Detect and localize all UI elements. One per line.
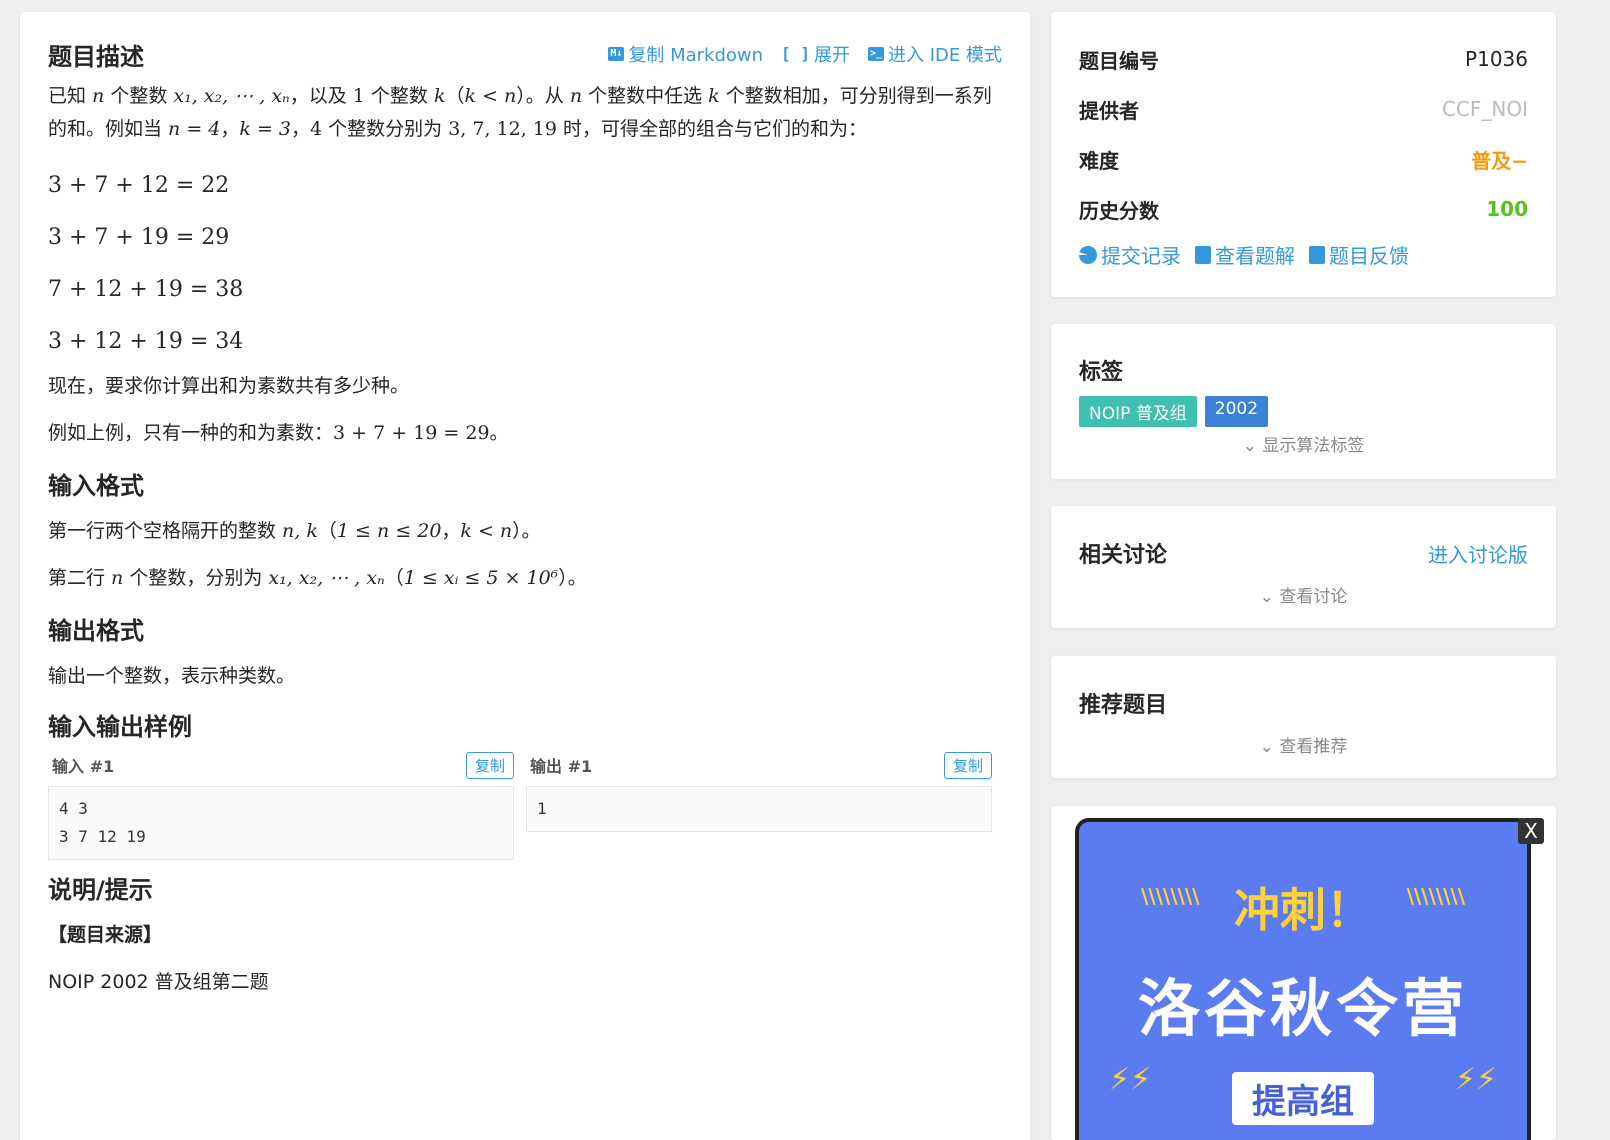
hint-title: 说明/提示 xyxy=(48,876,153,904)
task-paragraph: 现在，要求你计算出和为素数共有多少种。 xyxy=(48,375,410,397)
example-paragraph: 例如上例，只有一种的和为素数：3 + 7 + 19 = 29。 xyxy=(48,422,509,444)
solutions-link[interactable]: 查看题解 xyxy=(1195,240,1295,269)
output-format-title: 输出格式 xyxy=(48,617,144,645)
input-line-1: 第一行两个空格隔开的整数 n, k（1 ≤ n ≤ 20，k < n）。 xyxy=(48,520,541,542)
close-icon[interactable]: X xyxy=(1518,818,1544,844)
ide-mode-button[interactable]: >_ 进入 IDE 模式 xyxy=(867,41,1002,67)
sample-output-code[interactable]: 1 xyxy=(526,786,992,832)
expand-button[interactable]: [ ] 展开 xyxy=(781,41,850,67)
expand-icon: [ ] xyxy=(781,44,810,63)
info-row-score: 历史分数 100 xyxy=(1079,197,1528,223)
chevron-down-icon: ⌄ xyxy=(1259,737,1280,757)
problem-description-title: 题目描述 xyxy=(48,42,144,71)
submissions-link[interactable]: 提交记录 xyxy=(1079,240,1181,269)
sample-input-code[interactable]: 4 3 3 7 12 19 xyxy=(48,786,514,860)
samples: 输入 #1 复制 4 3 3 7 12 19 输出 #1 复制 1 xyxy=(48,748,1002,860)
show-algorithm-tags[interactable]: ⌄ 显示算法标签 xyxy=(1079,431,1528,456)
info-row-id: 题目编号 P1036 xyxy=(1079,47,1528,73)
discussion-title: 相关讨论 xyxy=(1079,543,1168,568)
ad-line-1: 冲刺！ xyxy=(1234,883,1372,937)
tag-noip[interactable]: NOIP 普及组 xyxy=(1079,396,1197,427)
provider-name[interactable]: CCF_NOI xyxy=(1442,97,1528,121)
view-recommend[interactable]: ⌄ 查看推荐 xyxy=(1079,732,1528,757)
source-title: 【题目来源】 xyxy=(48,924,163,946)
copy-input-button[interactable]: 复制 xyxy=(465,751,514,779)
tags-card: 标签 NOIP 普及组 2002 ⌄ 显示算法标签 xyxy=(1051,324,1556,479)
copy-output-button[interactable]: 复制 xyxy=(943,751,992,779)
info-row-difficulty: 难度 普及− xyxy=(1079,134,1528,184)
ad-banner[interactable]: \\\\\\\\ \\\\\\\\ 冲刺！ 洛谷秋令营 ⚡⚡ ⚡⚡ 提高组 X xyxy=(1051,806,1556,1140)
description-paragraph: 已知 n 个整数 x₁, x₂, ⋯ , xₙ，以及 1 个整数 k（k < n… xyxy=(48,85,992,140)
problem-id: P1036 xyxy=(1465,47,1528,71)
sample-input: 输入 #1 复制 4 3 3 7 12 19 xyxy=(48,748,514,860)
equation-3: 7 + 12 + 19 = 38 xyxy=(48,277,244,302)
info-row-provider: 提供者 CCF_NOI xyxy=(1079,97,1528,123)
list-icon xyxy=(1309,245,1325,264)
terminal-icon: >_ xyxy=(867,47,884,61)
copy-markdown-button[interactable]: M↓ 复制 Markdown xyxy=(608,41,763,67)
problem-card: 题目描述 M↓ 复制 Markdown [ ] 展开 >_ 进入 IDE 模式 … xyxy=(20,12,1030,1140)
discussion-card: 相关讨论 进入讨论版 ⌄ 查看讨论 xyxy=(1051,506,1556,628)
history-score: 100 xyxy=(1486,197,1528,221)
chevron-down-icon: ⌄ xyxy=(1259,587,1280,607)
view-discussion[interactable]: ⌄ 查看讨论 xyxy=(1079,582,1528,607)
problem-actions: M↓ 复制 Markdown [ ] 展开 >_ 进入 IDE 模式 xyxy=(608,41,1002,67)
book-icon xyxy=(1195,245,1211,264)
equation-4: 3 + 12 + 19 = 34 xyxy=(48,329,244,354)
recommend-card: 推荐题目 ⌄ 查看推荐 xyxy=(1051,656,1556,778)
sample-output: 输出 #1 复制 1 xyxy=(526,748,992,860)
input-line-2: 第二行 n 个整数，分别为 x₁, x₂, ⋯ , xₙ（1 ≤ xᵢ ≤ 5 … xyxy=(48,567,587,589)
feedback-link[interactable]: 题目反馈 xyxy=(1309,240,1409,269)
sample-output-label: 输出 #1 xyxy=(530,757,593,776)
markdown-icon: M↓ xyxy=(608,47,625,61)
ad-poster: \\\\\\\\ \\\\\\\\ 冲刺！ 洛谷秋令营 ⚡⚡ ⚡⚡ 提高组 xyxy=(1075,818,1531,1140)
source-text: NOIP 2002 普及组第二题 xyxy=(48,971,269,993)
info-links: 提交记录 查看题解 题目反馈 xyxy=(1079,240,1528,269)
difficulty-value: 普及− xyxy=(1471,148,1528,173)
info-card: 题目编号 P1036 提供者 CCF_NOI 难度 普及− 历史分数 100 提… xyxy=(1051,12,1556,297)
input-format-title: 输入格式 xyxy=(48,472,144,500)
sample-input-label: 输入 #1 xyxy=(52,757,115,776)
equation-1: 3 + 7 + 12 = 22 xyxy=(48,173,230,198)
equation-2: 3 + 7 + 19 = 29 xyxy=(48,225,230,250)
samples-title: 输入输出样例 xyxy=(48,713,192,741)
ad-line-3: 提高组 xyxy=(1079,1072,1527,1125)
enter-discussion-link[interactable]: 进入讨论版 xyxy=(1428,539,1528,568)
tag-2002[interactable]: 2002 xyxy=(1204,396,1269,427)
tags-title: 标签 xyxy=(1079,360,1124,385)
output-line: 输出一个整数，表示种类数。 xyxy=(48,665,296,687)
recommend-title: 推荐题目 xyxy=(1079,693,1168,718)
tag-list: NOIP 普及组 2002 xyxy=(1079,396,1528,427)
ad-line-2: 洛谷秋令营 xyxy=(1137,972,1468,1045)
chevron-down-icon: ⌄ xyxy=(1242,436,1263,456)
pie-chart-icon xyxy=(1079,245,1097,264)
